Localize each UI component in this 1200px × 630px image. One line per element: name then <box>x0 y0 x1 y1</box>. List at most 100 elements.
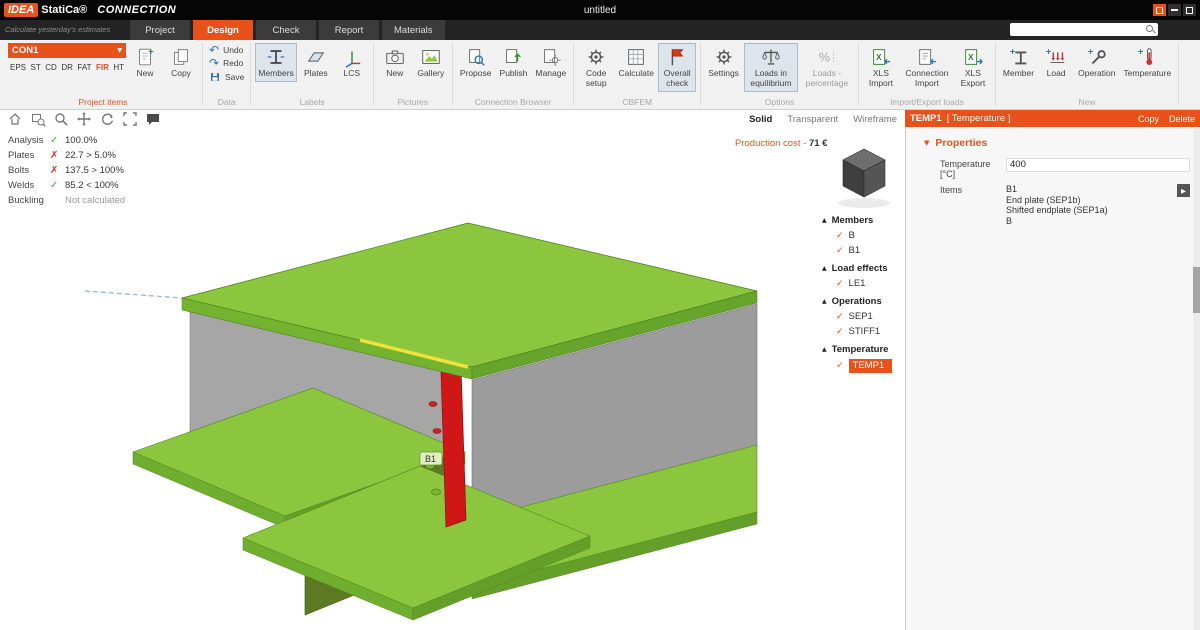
view-mode-wireframe[interactable]: Wireframe <box>853 114 897 125</box>
tree-item-b1[interactable]: ✓ B1 <box>836 245 860 256</box>
group-caption-connection-browser: Connection Browser <box>453 97 573 109</box>
new-operation-button[interactable]: + Operation <box>1075 43 1118 82</box>
copy-project-item-button[interactable]: Copy <box>164 43 198 82</box>
xls-export-button[interactable]: X XLS Export <box>955 43 991 92</box>
code-setup-button[interactable]: Code setup <box>578 43 614 92</box>
tree-item-sep1[interactable]: ✓ SEP1 <box>836 311 873 322</box>
home-view-button[interactable] <box>7 111 23 127</box>
window-controls <box>1153 4 1196 16</box>
maximize-button[interactable] <box>1183 4 1196 16</box>
panel-scrollbar[interactable] <box>1193 127 1200 630</box>
propose-button[interactable]: Propose <box>457 43 495 82</box>
gear-icon <box>713 46 735 68</box>
manage-button[interactable]: Manage <box>532 43 569 82</box>
status-label: Analysis <box>8 136 50 146</box>
labels-members-button[interactable]: Members <box>255 43 296 82</box>
production-cost: Production cost - 71 € <box>735 138 827 149</box>
tab-project[interactable]: Project <box>130 20 190 40</box>
view-mode-solid[interactable]: Solid <box>749 114 772 125</box>
undo-label: Undo <box>223 45 243 55</box>
new-temperature-button[interactable]: + Temperature <box>1120 43 1174 82</box>
fit-view-button[interactable] <box>122 111 138 127</box>
save-label: Save <box>225 72 244 82</box>
scrollbar-thumb[interactable] <box>1193 267 1200 313</box>
bolt[interactable] <box>432 489 441 495</box>
pan-button[interactable] <box>76 111 92 127</box>
connection-selector-block: CON1 ▾ EPS ST CD DR FAT FIR HT <box>8 43 126 72</box>
labels-lcs-button[interactable]: LCS <box>335 43 369 82</box>
tree-item-le1[interactable]: ✓ LE1 <box>836 278 865 289</box>
maximize-icon <box>1186 7 1193 14</box>
rotate-view-button[interactable] <box>99 111 115 127</box>
section-collapse-icon: ▼ <box>924 139 929 147</box>
navigation-cube[interactable] <box>838 149 890 208</box>
loads-percentage-button[interactable]: % Loads - percentage <box>800 43 854 92</box>
member-label-badge[interactable]: B1 <box>420 452 442 465</box>
connection-3d-scene[interactable]: B1 <box>0 128 905 630</box>
view-mode-transparent[interactable]: Transparent <box>787 114 838 125</box>
tree-item-b[interactable]: ✓ B <box>836 230 855 241</box>
mode-fir[interactable]: FIR <box>96 63 109 72</box>
copy-icon <box>170 46 192 68</box>
xls-import-label: XLS Import <box>866 69 896 89</box>
picture-new-button[interactable]: New <box>378 43 412 82</box>
mode-dr[interactable]: DR <box>61 63 73 72</box>
properties-section-header[interactable]: ▼ Properties <box>924 137 987 149</box>
connection-import-button[interactable]: Connection Import <box>901 43 953 92</box>
app-accent-button[interactable] <box>1153 4 1166 16</box>
tree-group-temperature[interactable]: ▲ Temperature <box>822 344 888 355</box>
mode-ht[interactable]: HT <box>113 63 124 72</box>
view-mode-switch: Solid Transparent Wireframe <box>749 114 897 125</box>
picture-gallery-button[interactable]: Gallery <box>414 43 448 82</box>
minimize-button[interactable] <box>1168 4 1181 16</box>
tab-check[interactable]: Check <box>256 20 316 40</box>
publish-button[interactable]: Publish <box>496 43 530 82</box>
calculate-button[interactable]: Calculate <box>616 43 656 82</box>
bolt-overstressed[interactable] <box>433 429 441 434</box>
selected-operation-name: TEMP1 <box>910 113 942 124</box>
comments-button[interactable] <box>145 111 161 127</box>
settings-label: Settings <box>708 69 739 79</box>
tree-group-load-effects[interactable]: ▲ Load effects <box>822 263 888 274</box>
zoom-window-button[interactable] <box>30 111 46 127</box>
mode-fat[interactable]: FAT <box>77 63 91 72</box>
zoom-button[interactable] <box>53 111 69 127</box>
settings-button[interactable]: Settings <box>705 43 742 82</box>
overall-check-button[interactable]: Overall check <box>658 43 696 92</box>
model-viewport[interactable]: B1 Analysis ✓ 100.0% Plates ✗ 22.7 > 5.0… <box>0 128 905 630</box>
mode-eps[interactable]: EPS <box>10 63 26 72</box>
loads-in-equilibrium-button[interactable]: Loads in equilibrium <box>744 43 798 92</box>
gallery-icon <box>420 46 442 68</box>
labels-plates-button[interactable]: Plates <box>299 43 333 82</box>
search-input[interactable] <box>1013 23 1145 36</box>
tree-item-stiff1[interactable]: ✓ STIFF1 <box>836 326 880 337</box>
new-member-button[interactable]: + Member <box>1000 43 1037 82</box>
tree-group-members[interactable]: ▲ Members <box>822 215 873 226</box>
temperature-input[interactable]: 400 <box>1006 158 1190 172</box>
connection-import-label: Connection Import <box>904 69 950 89</box>
svg-text:X: X <box>876 53 882 62</box>
tree-item-temp1[interactable]: ✓ TEMP1 <box>836 359 892 373</box>
save-button[interactable]: Save <box>207 71 246 83</box>
new-load-button[interactable]: + Load <box>1039 43 1073 82</box>
tab-design[interactable]: Design <box>193 20 253 40</box>
tree-group-operations[interactable]: ▲ Operations <box>822 296 882 307</box>
connection-import-icon <box>916 46 938 68</box>
redo-button[interactable]: ↷ Redo <box>207 58 246 68</box>
tab-report[interactable]: Report <box>319 20 379 40</box>
copy-operation-button[interactable]: Copy <box>1138 114 1159 124</box>
xls-import-button[interactable]: X XLS Import <box>863 43 899 92</box>
app-accent-icon <box>1156 7 1163 14</box>
bolt-overstressed[interactable] <box>429 402 437 407</box>
tab-materials[interactable]: Materials <box>382 20 445 40</box>
mode-st[interactable]: ST <box>31 63 41 72</box>
mode-cd[interactable]: CD <box>45 63 57 72</box>
delete-operation-button[interactable]: Delete <box>1169 114 1195 124</box>
collapse-triangle-icon: ▲ <box>822 298 827 305</box>
edit-items-button[interactable]: ▶ <box>1177 184 1190 197</box>
undo-button[interactable]: ↶ Undo <box>207 45 246 55</box>
connection-selector[interactable]: CON1 ▾ <box>8 43 126 58</box>
search-icon[interactable] <box>1145 24 1156 35</box>
calculate-label: Calculate <box>618 69 653 79</box>
new-project-item-button[interactable]: + New <box>128 43 162 82</box>
